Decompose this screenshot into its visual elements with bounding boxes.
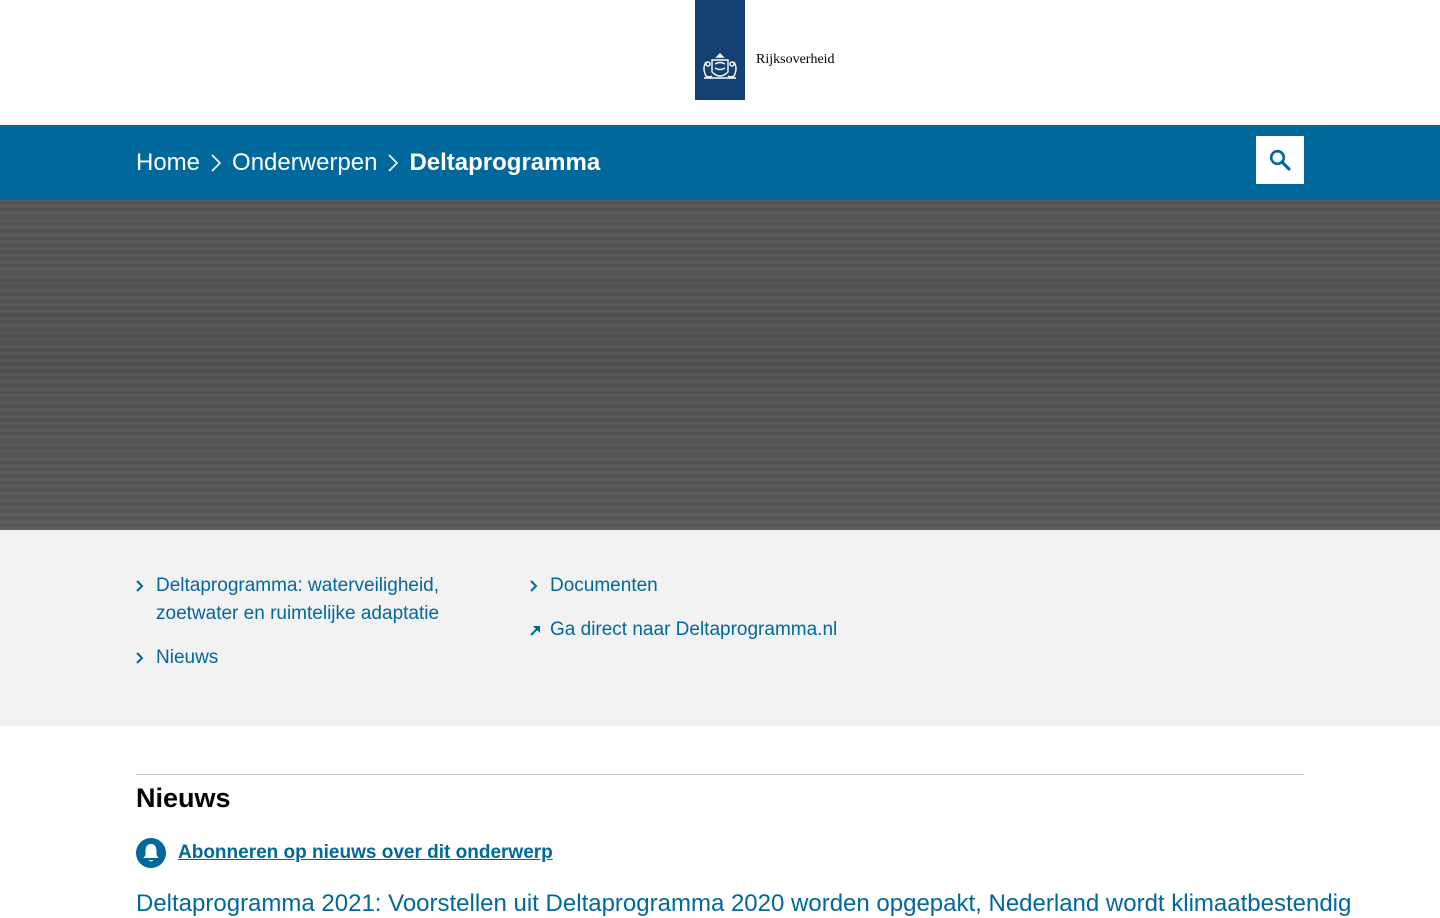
hero-texture (0, 200, 1440, 530)
quicklink-item[interactable]: Documenten (530, 572, 930, 600)
brand-name: Rijksoverheid (756, 52, 835, 67)
quicklinks-panel: Deltaprogramma: waterveiligheid, zoetwat… (0, 530, 1440, 726)
breadcrumb: Home Onderwerpen Deltaprogramma (136, 125, 600, 200)
chevron-right-icon (136, 644, 156, 672)
quicklink-documenten[interactable]: Documenten (550, 572, 658, 600)
breadcrumb-bar: Home Onderwerpen Deltaprogramma (0, 125, 1440, 200)
quicklink-nieuws[interactable]: Nieuws (156, 644, 218, 672)
breadcrumb-home[interactable]: Home (136, 149, 200, 177)
chevron-right-icon (377, 151, 409, 175)
section-divider (136, 774, 1304, 775)
search-icon (1269, 149, 1291, 171)
external-arrow-icon (530, 616, 550, 644)
hero-image (0, 200, 1440, 530)
breadcrumb-current: Deltaprogramma (409, 148, 601, 176)
search-button[interactable] (1256, 136, 1304, 184)
site-header: Rijksoverheid (0, 0, 1440, 125)
quicklink-item[interactable]: Nieuws (136, 644, 476, 672)
quicklink-item[interactable]: Deltaprogramma: waterveiligheid, zoetwat… (136, 572, 476, 628)
quicklink-deltaprogramma-nl[interactable]: Ga direct naar Deltaprogramma.nl (550, 616, 837, 644)
bell-icon (136, 838, 166, 868)
chevron-right-icon (200, 151, 232, 175)
quicklink-item[interactable]: Ga direct naar Deltaprogramma.nl (530, 616, 930, 644)
subscribe-news[interactable]: Abonneren op nieuws over dit onderwerp (136, 838, 553, 868)
breadcrumb-onderwerpen[interactable]: Onderwerpen (232, 149, 377, 177)
news-heading: Nieuws (136, 783, 231, 813)
subscribe-link[interactable]: Abonneren op nieuws over dit onderwerp (178, 842, 553, 864)
news-section: Nieuws Abonneren op nieuws over dit onde… (0, 726, 1440, 917)
coat-of-arms-icon (695, 0, 745, 100)
chevron-right-icon (136, 572, 156, 600)
quicklink-deltaprogramma[interactable]: Deltaprogramma: waterveiligheid, zoetwat… (156, 572, 476, 628)
rijksoverheid-logo[interactable]: Rijksoverheid (695, 0, 835, 100)
quicklinks-column-2: Documenten Ga direct naar Deltaprogramma… (530, 572, 930, 660)
quicklinks-column-1: Deltaprogramma: waterveiligheid, zoetwat… (136, 572, 476, 688)
news-item-title[interactable]: Deltaprogramma 2021: Voorstellen uit Del… (136, 890, 1351, 918)
chevron-right-icon (530, 572, 550, 600)
